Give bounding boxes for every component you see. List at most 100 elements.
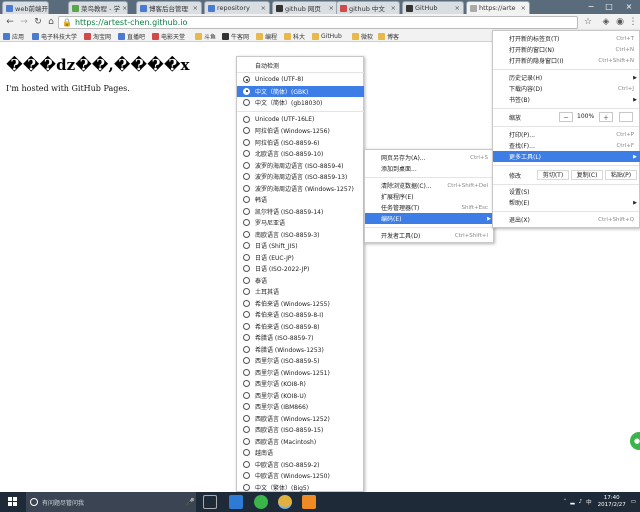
encoding-option[interactable]: 泰语	[237, 275, 364, 287]
network-icon[interactable]: ▂	[570, 499, 574, 505]
encoding-option[interactable]: 凯尔特语 (ISO-8859-14)	[237, 206, 364, 218]
forward-arrow-icon[interactable]: →	[18, 16, 30, 28]
paste-button[interactable]: 粘贴(P)	[605, 170, 637, 180]
encoding-option[interactable]: 波罗的海周边语言 (ISO-8859-13)	[237, 171, 364, 183]
copy-button[interactable]: 复制(C)	[571, 170, 603, 180]
fullscreen-icon[interactable]	[619, 112, 633, 122]
address-bar[interactable]: 🔒 https://artest-chen.github.io	[58, 16, 578, 29]
menu-encoding[interactable]: 编码(E) ▶	[365, 213, 494, 224]
menu-developer-tools[interactable]: 开发者工具(D) Ctrl+Shift+I	[365, 230, 494, 241]
menu-extensions[interactable]: 扩展程序(E)	[365, 191, 494, 202]
tray-up-arrow-icon[interactable]: ˄	[564, 499, 567, 505]
encoding-auto-detect[interactable]: 自动检测	[237, 60, 364, 72]
menu-history[interactable]: 历史记录(H) ▶	[493, 72, 640, 83]
encoding-option[interactable]: 越南语	[237, 447, 364, 459]
zoom-in-button[interactable]: ＋	[599, 112, 613, 122]
bookmark-item[interactable]: 电影天堂	[152, 31, 185, 41]
star-icon[interactable]: ☆	[582, 16, 594, 28]
encoding-option[interactable]: 阿拉伯语 (Windows-1256)	[237, 125, 364, 137]
encoding-option[interactable]: 西里尔语 (ISO-8859-5)	[237, 355, 364, 367]
encoding-option[interactable]: Unicode (UTF-16LE)	[237, 114, 364, 126]
taskbar-clock[interactable]: 17:40 2017/2/27	[598, 495, 626, 509]
bookmark-item[interactable]: 淘宝网	[84, 31, 111, 41]
tab-1[interactable]: web前端开发×	[2, 1, 49, 14]
notification-icon[interactable]: ▭	[631, 499, 636, 505]
close-tab-icon[interactable]: ×	[191, 4, 198, 12]
bookmark-item[interactable]: 直播吧	[118, 31, 145, 41]
bookmark-item[interactable]: 斗鱼	[195, 31, 216, 41]
close-tab-icon[interactable]: ×	[327, 4, 334, 12]
app-icon[interactable]	[302, 495, 316, 509]
menu-new-window[interactable]: 打开新的窗口(N) Ctrl+N	[493, 44, 640, 55]
encoding-option[interactable]: 西欧语言 (Windows-1252)	[237, 413, 364, 425]
encoding-option[interactable]: 日语 (EUC-JP)	[237, 252, 364, 264]
encoding-option[interactable]: 西里尔语 (KOI8-U)	[237, 390, 364, 402]
encoding-option[interactable]: 西欧语言 (ISO-8859-15)	[237, 424, 364, 436]
menu-find[interactable]: 查找(F)... Ctrl+F	[493, 140, 640, 151]
bookmark-folder[interactable]: 博客	[378, 31, 399, 41]
encoding-option[interactable]: 希伯来语 (ISO-8859-8)	[237, 321, 364, 333]
menu-save-page-as[interactable]: 网页另存为(A)... Ctrl+S	[365, 152, 494, 163]
browser-app-icon[interactable]	[229, 495, 243, 509]
cut-button[interactable]: 剪切(T)	[537, 170, 569, 180]
bookmark-apps[interactable]: 应用	[3, 31, 24, 41]
tab-6[interactable]: github 中文 ×	[336, 1, 400, 14]
menu-add-to-desktop[interactable]: 添加到桌面...	[365, 163, 494, 174]
encoding-option[interactable]: Unicode (UTF-8)	[237, 74, 364, 86]
encoding-option[interactable]: 韩语	[237, 194, 364, 206]
encoding-option[interactable]: 希伯来语 (ISO-8859-8-I)	[237, 309, 364, 321]
close-tab-icon[interactable]: ×	[389, 4, 396, 12]
tab-3[interactable]: 博客后台管理 ×	[136, 1, 202, 14]
encoding-option[interactable]: 中欧语言 (ISO-8859-2)	[237, 459, 364, 471]
minimize-icon[interactable]: −	[582, 0, 600, 14]
maximize-icon[interactable]: □	[600, 0, 618, 14]
floating-badge-icon[interactable]: ●	[630, 432, 640, 450]
tab-4[interactable]: repository ×	[204, 1, 270, 14]
encoding-option[interactable]: 中文（简体）(gb18030)	[237, 97, 364, 109]
menu-downloads[interactable]: 下载内容(D) Ctrl+J	[493, 83, 640, 94]
tab-2[interactable]: 菜鸟教程 - 学 ×	[68, 1, 128, 14]
menu-settings[interactable]: 设置(S)	[493, 186, 640, 197]
bookmark-item[interactable]: 电子科技大学	[32, 31, 77, 41]
encoding-option[interactable]: 西里尔语 (Windows-1251)	[237, 367, 364, 379]
wechat-app-icon[interactable]	[254, 495, 268, 509]
microphone-icon[interactable]: 🎤	[186, 498, 195, 506]
reload-icon[interactable]: ↻	[32, 16, 44, 28]
encoding-option[interactable]: 西里尔语 (IBM866)	[237, 401, 364, 413]
encoding-option[interactable]: 希腊语 (ISO-8859-7)	[237, 332, 364, 344]
encoding-option[interactable]: 南欧语言 (ISO-8859-3)	[237, 229, 364, 241]
close-window-icon[interactable]: ×	[618, 0, 640, 14]
menu-exit[interactable]: 退出(X) Ctrl+Shift+Q	[493, 214, 640, 225]
encoding-option[interactable]: 日语 (ISO-2022-JP)	[237, 263, 364, 275]
extension-icon[interactable]: ◈	[600, 16, 612, 28]
chrome-app-icon[interactable]	[278, 495, 292, 509]
volume-icon[interactable]: ♪	[579, 499, 583, 505]
ime-icon[interactable]: 中	[586, 498, 592, 506]
close-tab-icon[interactable]: ×	[519, 4, 526, 12]
bookmark-folder[interactable]: 微软	[352, 31, 373, 41]
menu-help[interactable]: 帮助(E) ▶	[493, 197, 640, 208]
home-icon[interactable]: ⌂	[45, 16, 57, 28]
bookmark-folder[interactable]: GitHub	[312, 31, 342, 41]
encoding-option[interactable]: 罗马尼亚语	[237, 217, 364, 229]
menu-new-incognito-window[interactable]: 打开新的隐身窗口(I) Ctrl+Shift+N	[493, 55, 640, 66]
menu-new-tab[interactable]: 打开新的标签页(T) Ctrl+T	[493, 33, 640, 44]
encoding-option[interactable]: 中欧语言 (Windows-1250)	[237, 470, 364, 482]
encoding-option[interactable]: 阿拉伯语 (ISO-8859-6)	[237, 137, 364, 149]
cortana-search-box[interactable]: 有问题尽管问我	[26, 492, 196, 512]
menu-icon[interactable]: ⋮	[627, 16, 639, 28]
menu-more-tools[interactable]: 更多工具(L) ▶	[493, 151, 640, 162]
encoding-option[interactable]: 北欧语言 (ISO-8859-10)	[237, 148, 364, 160]
encoding-option[interactable]: 西欧语言 (Macintosh)	[237, 436, 364, 448]
tab-7[interactable]: GitHub ×	[402, 1, 464, 14]
bookmark-folder[interactable]: 科大	[284, 31, 305, 41]
bookmark-folder[interactable]: 编程	[256, 31, 277, 41]
encoding-option[interactable]: 西里尔语 (KOI8-R)	[237, 378, 364, 390]
encoding-option[interactable]: 波罗的海周边语言 (ISO-8859-4)	[237, 160, 364, 172]
menu-bookmarks[interactable]: 书签(B) ▶	[493, 94, 640, 105]
encoding-option[interactable]: 希伯来语 (Windows-1255)	[237, 298, 364, 310]
close-tab-icon[interactable]: ×	[259, 4, 266, 12]
menu-task-manager[interactable]: 任务管理器(T) Shift+Esc	[365, 202, 494, 213]
zoom-out-button[interactable]: －	[559, 112, 573, 122]
extension-icon-2[interactable]: ◉	[614, 16, 626, 28]
